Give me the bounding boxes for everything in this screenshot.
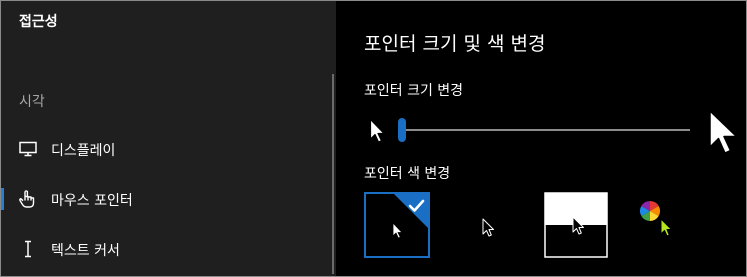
pointer-color-label: 포인터 색 변경 xyxy=(364,166,451,182)
sidebar-scrollbar[interactable] xyxy=(332,74,334,274)
settings-window: 접근성 시각 디스플레이 마우스 포인터 텍스트 커서 포인터 크기 및 색 변… xyxy=(0,0,747,277)
hand-pointer-icon xyxy=(18,190,38,208)
sidebar: 접근성 시각 디스플레이 마우스 포인터 텍스트 커서 xyxy=(1,1,336,276)
pointer-color-option-black[interactable] xyxy=(454,192,520,258)
sidebar-item-text-cursor[interactable]: 텍스트 커서 xyxy=(1,229,331,269)
text-cursor-icon xyxy=(18,240,38,258)
monitor-icon xyxy=(18,140,38,158)
large-pointer-icon xyxy=(708,109,740,159)
sidebar-item-mouse-pointer[interactable]: 마우스 포인터 xyxy=(1,179,331,219)
active-indicator xyxy=(1,188,4,210)
main-content: 포인터 크기 및 색 변경 포인터 크기 변경 포인터 색 변경 xyxy=(337,1,746,276)
slider-track[interactable] xyxy=(400,129,690,131)
pointer-color-option-white[interactable] xyxy=(364,192,430,258)
pointer-color-option-inverted[interactable] xyxy=(544,192,610,258)
pointer-size-label: 포인터 크기 변경 xyxy=(364,83,464,99)
sidebar-title: 접근성 xyxy=(19,14,58,30)
sidebar-item-label: 디스플레이 xyxy=(51,143,116,159)
pointer-size-slider-group xyxy=(364,109,744,154)
sidebar-section-header: 시각 xyxy=(19,94,45,110)
pointer-color-option-custom[interactable] xyxy=(634,192,700,258)
small-pointer-icon xyxy=(369,118,385,148)
sidebar-item-display[interactable]: 디스플레이 xyxy=(1,129,331,169)
sidebar-item-label: 마우스 포인터 xyxy=(51,193,133,209)
page-title: 포인터 크기 및 색 변경 xyxy=(364,33,546,55)
sidebar-item-label: 텍스트 커서 xyxy=(51,243,120,259)
pointer-size-slider-thumb[interactable] xyxy=(398,118,406,142)
